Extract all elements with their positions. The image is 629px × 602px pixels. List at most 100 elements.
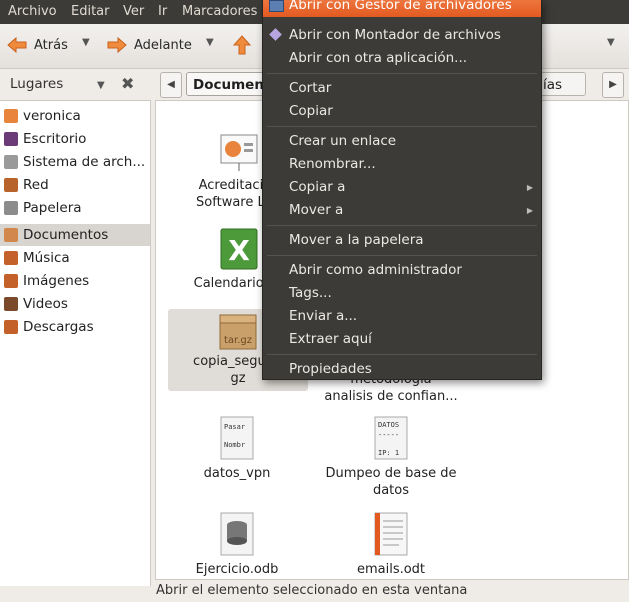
- toolbar-overflow-dropdown[interactable]: ▼: [607, 37, 615, 48]
- document-icon: [374, 512, 408, 556]
- desktop-icon: [4, 132, 18, 146]
- sidebar-item-label: Papelera: [23, 200, 82, 216]
- file-item[interactable]: Ejercicio.odb: [162, 511, 312, 578]
- sidebar-item-papelera[interactable]: Papelera: [0, 197, 150, 219]
- menu-item-label: Enviar a...: [289, 308, 358, 324]
- forward-history-dropdown[interactable]: ▼: [206, 37, 214, 48]
- menu-item-move-to[interactable]: Mover a ▶: [263, 199, 541, 222]
- submenu-arrow-icon: ▶: [526, 206, 533, 215]
- menu-item-open-as-admin[interactable]: Abrir como administrador: [263, 259, 541, 282]
- trash-icon: [4, 201, 18, 215]
- home-icon: [4, 109, 18, 123]
- back-button[interactable]: Atrás: [6, 32, 68, 58]
- close-sidebar-icon[interactable]: ✖: [121, 74, 134, 93]
- menu-ver[interactable]: Ver: [123, 4, 144, 19]
- menu-item-open-mounter[interactable]: Abrir con Montador de archivos: [263, 24, 541, 47]
- menu-item-label: Tags...: [289, 285, 332, 301]
- text-file-icon: DATOS ----- IP: 1: [374, 416, 408, 460]
- menu-item-properties[interactable]: Propiedades: [263, 358, 541, 381]
- menu-marcadores[interactable]: Marcadores: [182, 4, 257, 19]
- sidebar-item-descargas[interactable]: Descargas: [0, 316, 150, 338]
- downloads-folder-icon: [4, 320, 18, 334]
- forward-button[interactable]: Adelante: [106, 32, 192, 58]
- file-name: datos_vpn: [203, 466, 271, 481]
- path-scroll-left-button[interactable]: ◀: [160, 72, 182, 98]
- drive-icon: [4, 155, 18, 169]
- file-preview-line: IP: 1: [378, 449, 399, 457]
- sidebar-title: Lugares: [10, 76, 64, 92]
- file-name: Dumpeo de base de: [325, 466, 457, 481]
- back-history-dropdown[interactable]: ▼: [82, 37, 90, 48]
- file-name: Ejercicio.odb: [195, 562, 279, 577]
- up-arrow-icon: [232, 35, 252, 55]
- back-label: Atrás: [34, 37, 68, 53]
- sidebar-places: veronica Escritorio Sistema de arch... R…: [0, 100, 151, 586]
- menu-separator: [267, 225, 537, 226]
- menu-item-tags[interactable]: Tags...: [263, 282, 541, 305]
- sidebar-item-imagenes[interactable]: Imágenes: [0, 270, 150, 292]
- submenu-arrow-icon: ▶: [526, 183, 533, 192]
- sidebar-item-label: veronica: [23, 108, 81, 124]
- menu-archivo[interactable]: Archivo: [8, 4, 57, 19]
- menu-separator: [267, 255, 537, 256]
- forward-label: Adelante: [134, 37, 192, 53]
- status-text: Abrir el elemento seleccionado en esta v…: [156, 583, 468, 598]
- menu-item-move-to-trash[interactable]: Mover a la papelera: [263, 229, 541, 252]
- menu-item-create-link[interactable]: Crear un enlace: [263, 130, 541, 153]
- menu-item-label: Copiar a: [289, 179, 346, 195]
- menu-item-rename[interactable]: Renombrar...: [263, 153, 541, 176]
- menu-item-label: Abrir con Gestor de archivadores: [289, 0, 512, 13]
- text-file-icon: Pasar Nombr: [220, 416, 254, 460]
- menu-item-cut[interactable]: Cortar: [263, 77, 541, 100]
- file-item[interactable]: DATOS ----- IP: 1 Dumpeo de base de dato…: [316, 415, 466, 499]
- menu-editar[interactable]: Editar: [71, 4, 110, 19]
- menu-item-label: Abrir como administrador: [289, 262, 462, 278]
- menu-item-open-archive-manager[interactable]: Abrir con Gestor de archivadores: [263, 0, 541, 17]
- menu-item-extract-here[interactable]: Extraer aquí: [263, 328, 541, 351]
- spreadsheet-icon: X: [220, 228, 258, 270]
- forward-arrow-icon: [107, 36, 127, 54]
- file-item[interactable]: emails.odt: [316, 511, 466, 578]
- sidebar-item-sistema[interactable]: Sistema de arch...: [0, 151, 150, 173]
- svg-text:tar.gz: tar.gz: [224, 335, 252, 346]
- sidebar-item-red[interactable]: Red: [0, 174, 150, 196]
- sidebar-header: Lugares ▼ ✖: [0, 68, 150, 100]
- sidebar-item-label: Documentos: [23, 227, 109, 243]
- videos-folder-icon: [4, 297, 18, 311]
- menu-ir[interactable]: Ir: [158, 4, 167, 19]
- file-preview-line: Nombr: [224, 441, 245, 449]
- sidebar-item-label: Sistema de arch...: [23, 154, 146, 170]
- file-name-line2: datos: [372, 483, 410, 498]
- sidebar-item-videos[interactable]: Videos: [0, 293, 150, 315]
- file-preview-line: Pasar: [224, 423, 245, 431]
- path-scroll-right-button[interactable]: ▶: [602, 72, 624, 98]
- sidebar-item-escritorio[interactable]: Escritorio: [0, 128, 150, 150]
- file-item[interactable]: Pasar Nombr datos_vpn: [162, 415, 312, 482]
- menu-separator: [267, 126, 537, 127]
- menu-item-copy-to[interactable]: Copiar a ▶: [263, 176, 541, 199]
- sidebar-item-label: Imágenes: [23, 273, 90, 289]
- menu-item-label: Abrir con Montador de archivos: [289, 27, 501, 43]
- menu-item-send-to[interactable]: Enviar a...: [263, 305, 541, 328]
- file-preview-line: -----: [378, 431, 399, 439]
- menu-item-label: Copiar: [289, 103, 333, 119]
- sidebar-item-musica[interactable]: Música: [0, 247, 150, 269]
- up-button[interactable]: [232, 32, 252, 58]
- disk-mounter-icon: [269, 28, 282, 41]
- file-name: emails.odt: [356, 562, 426, 577]
- sidebar-type-dropdown[interactable]: ▼: [97, 80, 105, 91]
- file-preview-line: DATOS: [378, 421, 399, 429]
- menu-separator: [267, 354, 537, 355]
- music-folder-icon: [4, 251, 18, 265]
- svg-text:X: X: [228, 234, 250, 267]
- sidebar-item-veronica[interactable]: veronica: [0, 105, 150, 127]
- menu-item-open-other-app[interactable]: Abrir con otra aplicación...: [263, 47, 541, 70]
- folder-icon: [4, 228, 18, 242]
- sidebar-item-label: Descargas: [23, 319, 94, 335]
- sidebar-item-label: Música: [23, 250, 70, 266]
- network-icon: [4, 178, 18, 192]
- back-arrow-icon: [7, 36, 27, 54]
- menu-item-label: Mover a la papelera: [289, 232, 424, 248]
- sidebar-item-documentos[interactable]: Documentos: [0, 224, 150, 246]
- menu-item-copy[interactable]: Copiar: [263, 100, 541, 123]
